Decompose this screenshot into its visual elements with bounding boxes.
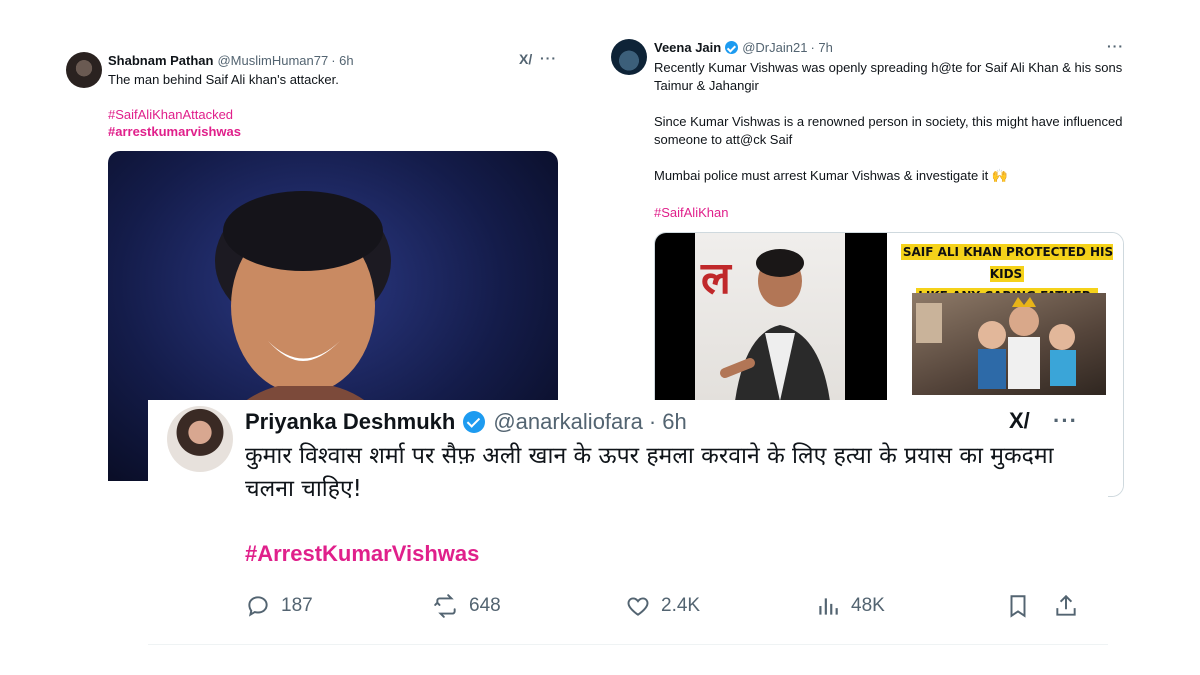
view-count: 48K xyxy=(851,595,885,616)
timestamp[interactable]: · 7h xyxy=(810,40,832,55)
more-icon[interactable]: ··· xyxy=(540,50,557,66)
repost-button[interactable]: 648 xyxy=(433,593,501,619)
tweet-header: Veena Jain @DrJain21 · 7h xyxy=(654,40,833,55)
like-button[interactable]: 2.4K xyxy=(625,593,700,619)
poster-title-line: SAIF ALI KHAN PROTECTED HIS KIDS xyxy=(900,244,1114,282)
like-count: 2.4K xyxy=(661,595,701,616)
display-name[interactable]: Veena Jain xyxy=(654,40,721,55)
heart-icon xyxy=(627,597,649,616)
share-icon xyxy=(1056,594,1076,616)
display-name[interactable]: Shabnam Pathan xyxy=(108,53,213,68)
tweet-text: The man behind Saif Ali khan's attacker. xyxy=(108,72,339,87)
handle[interactable]: @anarkaliofara xyxy=(493,409,643,435)
verified-badge-icon xyxy=(463,411,486,433)
tweet-header: Priyanka Deshmukh @anarkaliofara · 6h xyxy=(245,409,687,435)
avatar[interactable] xyxy=(66,52,102,88)
hashtag-link[interactable]: #SaifAliKhan xyxy=(654,205,728,220)
reply-count: 187 xyxy=(281,595,313,616)
repost-icon xyxy=(434,594,456,618)
reply-icon xyxy=(248,596,268,617)
grok-icon[interactable]: X/ xyxy=(1009,408,1030,434)
timestamp[interactable]: · 6h xyxy=(649,409,687,435)
poster-photo xyxy=(912,293,1106,395)
tweet-text: कुमार विश्वास शर्मा पर सैफ़ अली खान के ऊ… xyxy=(245,443,1054,502)
speaker-figure: ल xyxy=(700,249,830,401)
handle[interactable]: @MuslimHuman77 xyxy=(217,53,328,68)
avatar[interactable] xyxy=(167,406,233,472)
tweet-paragraph: Mumbai police must arrest Kumar Vishwas … xyxy=(654,168,1009,183)
svg-text:ल: ल xyxy=(700,253,733,304)
tweet-paragraph: Since Kumar Vishwas is a renowned person… xyxy=(654,114,1123,147)
analytics-icon xyxy=(819,598,838,615)
repost-count: 648 xyxy=(469,595,501,616)
tweet-text: Recently Kumar Vishwas was openly spread… xyxy=(654,59,1124,203)
reply-button[interactable]: 187 xyxy=(245,593,313,619)
more-icon[interactable]: ··· xyxy=(1053,408,1078,434)
share-button[interactable] xyxy=(1053,593,1089,619)
views-button[interactable]: 48K xyxy=(815,593,885,619)
bookmark-button[interactable] xyxy=(1005,593,1041,619)
avatar[interactable] xyxy=(611,39,647,75)
hashtag-link[interactable]: #ArrestKumarVishwas xyxy=(245,541,479,567)
hashtag-link[interactable]: #arrestkumarvishwas xyxy=(108,124,241,139)
timestamp[interactable]: · 6h xyxy=(331,53,353,68)
grok-icon[interactable]: X/ xyxy=(519,51,532,67)
hashtag-link[interactable]: #SaifAliKhanAttacked xyxy=(108,107,233,122)
bookmark-icon xyxy=(1010,595,1026,618)
more-icon[interactable]: ··· xyxy=(1107,38,1124,54)
tweet-header: Shabnam Pathan @MuslimHuman77 · 6h xyxy=(108,53,354,68)
tweet-actions: 187 648 2.4K 48K xyxy=(245,593,1085,623)
tweet-priyanka[interactable]: Priyanka Deshmukh @anarkaliofara · 6h X/… xyxy=(148,400,1108,645)
display-name[interactable]: Priyanka Deshmukh xyxy=(245,409,455,435)
tweet-paragraph: Recently Kumar Vishwas was openly spread… xyxy=(654,60,1123,93)
handle[interactable]: @DrJain21 xyxy=(742,40,807,55)
verified-badge-icon xyxy=(725,41,739,54)
